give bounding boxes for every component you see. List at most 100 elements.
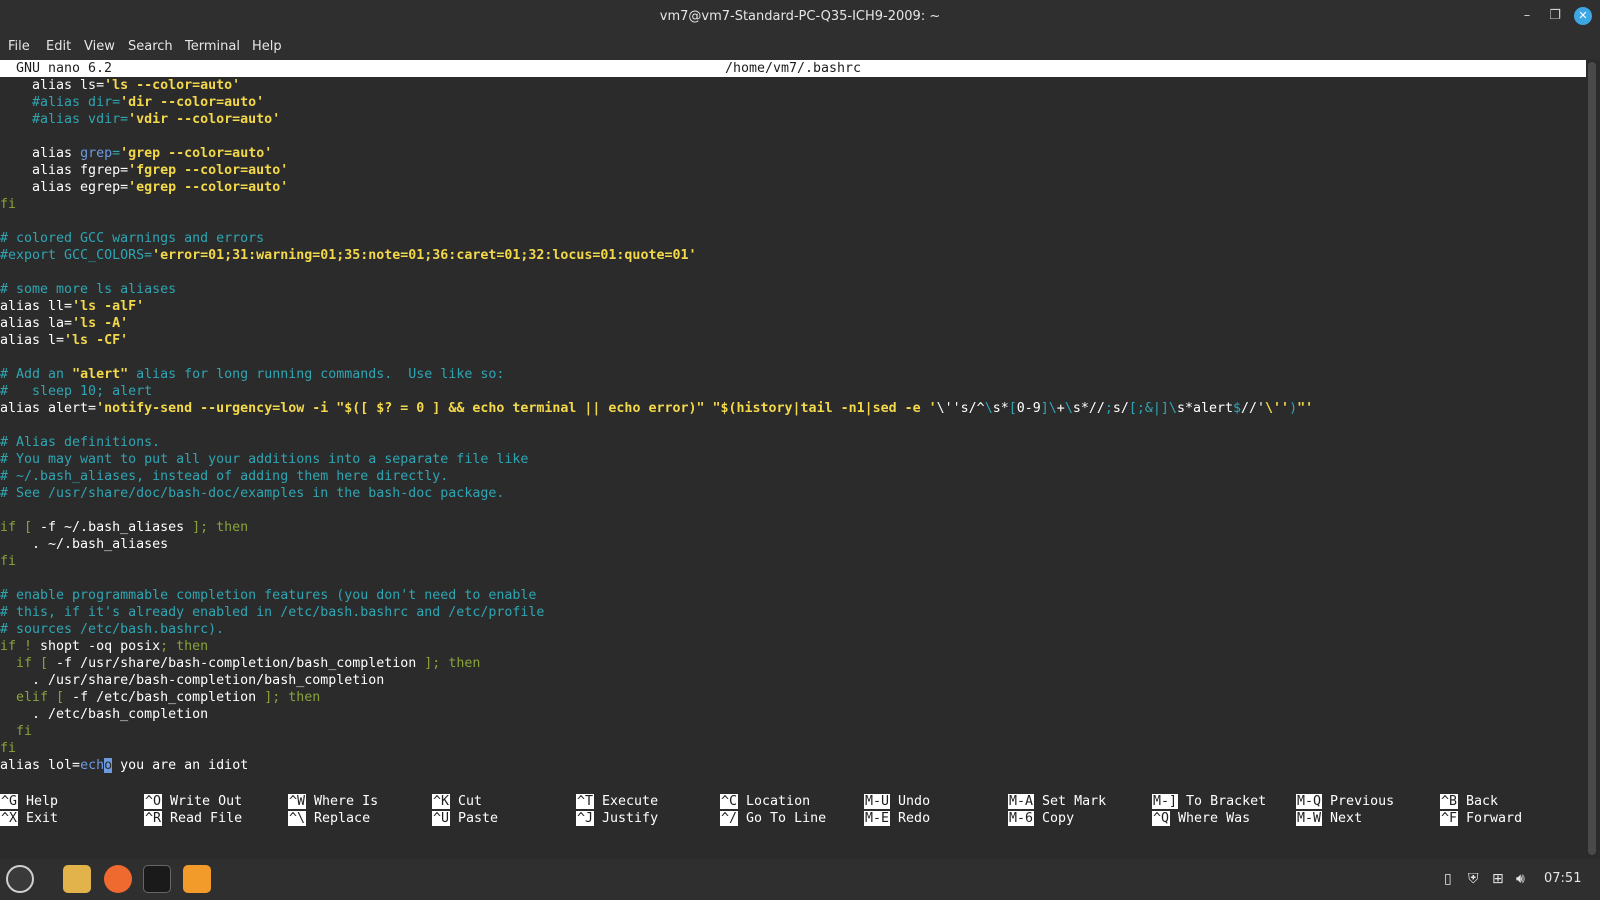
menu-help[interactable]: Help xyxy=(252,39,282,54)
shortcut-copy: M-6 Copy xyxy=(1008,810,1074,827)
files-icon[interactable] xyxy=(63,865,91,893)
code-token: "' xyxy=(1297,401,1314,416)
shortcut-key: ^B xyxy=(1440,794,1459,809)
clock[interactable]: 07:51 xyxy=(1544,871,1581,886)
menu-view[interactable]: View xyxy=(84,39,115,54)
code-token: if [ xyxy=(0,520,41,535)
code-token: elif [ xyxy=(0,690,73,705)
info-icon[interactable] xyxy=(183,865,211,893)
firefox-icon[interactable] xyxy=(104,865,132,893)
shortcut-label: Where Was xyxy=(1178,811,1251,826)
shortcut-key: M-U xyxy=(864,794,891,809)
code-token: alias xyxy=(0,146,81,161)
shortcut-label: Redo xyxy=(898,811,931,826)
shield-icon[interactable]: ⛨ xyxy=(1468,871,1479,887)
code-token: ech xyxy=(80,758,105,773)
editor-line: . /usr/share/bash-completion/bash_comple… xyxy=(0,672,1586,689)
code-token: \ xyxy=(1064,401,1073,416)
editor-line: # ~/.bash_aliases, instead of adding the… xyxy=(0,468,1586,485)
volume-icon[interactable]: 🔊︎ xyxy=(1516,871,1525,887)
shortcut-key: ^F xyxy=(1440,811,1459,826)
mint-menu-icon[interactable] xyxy=(6,865,34,893)
shortcut-set-mark: M-A Set Mark xyxy=(1008,793,1106,810)
code-token: 'ls -CF' xyxy=(64,333,129,348)
shortcut-label: Go To Line xyxy=(746,811,827,826)
code-token: . /etc/bash_completion xyxy=(0,707,209,722)
shortcut-key: ^C xyxy=(720,794,739,809)
shortcut-key: ^/ xyxy=(720,811,739,826)
taskbar: ▯ ⛨ ⊞ 🔊︎ 07:51 xyxy=(0,859,1600,900)
editor-text[interactable]: alias ls='ls --color=auto' #alias dir='d… xyxy=(0,77,1586,774)
code-token: ) xyxy=(1289,401,1298,416)
shortcut-label: Replace xyxy=(314,811,371,826)
editor-line: #export GCC_COLORS='error=01;31:warning=… xyxy=(0,247,1586,264)
terminal-area[interactable]: GNU nano 6.2 /home/vm7/.bashrc alias ls=… xyxy=(0,60,1586,859)
shortcut-label: Paste xyxy=(458,811,499,826)
shortcut-write-out: ^O Write Out xyxy=(144,793,242,810)
editor-line: #alias vdir='vdir --color=auto' xyxy=(0,111,1586,128)
code-token: # enable programmable completion feature… xyxy=(0,588,537,603)
code-token: . /usr/share/bash-completion/bash_comple… xyxy=(0,673,385,688)
code-token: 'error=01;31:warning=01;35:note=01;36:ca… xyxy=(152,248,697,263)
shortcut-redo: M-E Redo xyxy=(864,810,930,827)
shortcut-location: ^C Location xyxy=(720,793,810,810)
code-token: # this, if it's already enabled in /etc/… xyxy=(0,605,545,620)
shortcut-label: Exit xyxy=(26,811,59,826)
editor-line: fi xyxy=(0,553,1586,570)
clipboard-icon[interactable]: ▯ xyxy=(1444,871,1452,887)
terminal-icon[interactable] xyxy=(143,865,171,893)
menubar: File Edit View Search Terminal Help xyxy=(0,33,1600,60)
code-token: alias lol= xyxy=(0,758,81,773)
shortcut-back: ^B Back xyxy=(1440,793,1498,810)
code-token: alias ls= xyxy=(0,78,105,93)
code-token: # See /usr/share/doc/bash-doc/examples i… xyxy=(0,486,505,501)
code-token: ; then xyxy=(160,639,209,654)
menu-edit[interactable]: Edit xyxy=(46,39,71,54)
menu-file[interactable]: File xyxy=(8,39,30,54)
code-token: # sources /etc/bash.bashrc). xyxy=(0,622,225,637)
code-token: shopt -oq posix xyxy=(40,639,161,654)
shortcut-go-to-line: ^/ Go To Line xyxy=(720,810,826,827)
editor-line: if ! shopt -oq posix; then xyxy=(0,638,1586,655)
shortcut-label: Forward xyxy=(1466,811,1523,826)
code-token: 'notify-send --urgency=low -i "$([ $? = … xyxy=(96,401,937,416)
shortcut-label: Justify xyxy=(602,811,659,826)
minimize-button[interactable]: – xyxy=(1518,7,1536,25)
maximize-button[interactable]: ❐ xyxy=(1546,7,1564,25)
scrollbar[interactable] xyxy=(1588,62,1596,855)
code-token: # ~/.bash_aliases, instead of adding the… xyxy=(0,469,449,484)
code-token: s* xyxy=(992,401,1009,416)
code-token: fi xyxy=(0,741,17,756)
code-token: s*alert xyxy=(1176,401,1233,416)
code-token: #alias vdir= xyxy=(0,112,129,127)
editor-line: . ~/.bash_aliases xyxy=(0,536,1586,553)
shortcut-key: M-] xyxy=(1152,794,1179,809)
editor-line: elif [ -f /etc/bash_completion ]; then xyxy=(0,689,1586,706)
editor-line: alias ll='ls -alF' xyxy=(0,298,1586,315)
shortcut-forward: ^F Forward xyxy=(1440,810,1522,827)
code-token: # You may want to put all your additions… xyxy=(0,452,529,467)
code-token: -f /usr/share/bash-completion/bash_compl… xyxy=(56,656,425,671)
shortcut-execute: ^T Execute xyxy=(576,793,658,810)
close-button[interactable]: ✕ xyxy=(1574,7,1592,25)
code-token: alias egrep= xyxy=(0,180,129,195)
menu-search[interactable]: Search xyxy=(128,39,173,54)
code-token: \ xyxy=(984,401,993,416)
shortcut-undo: M-U Undo xyxy=(864,793,930,810)
shortcut-key: ^G xyxy=(0,794,19,809)
code-token: ]; then xyxy=(424,656,481,671)
menu-terminal[interactable]: Terminal xyxy=(185,39,240,54)
network-icon[interactable]: ⊞ xyxy=(1492,871,1504,887)
code-token: alias for long running commands. Use lik… xyxy=(128,367,505,382)
shortcut-key: ^T xyxy=(576,794,595,809)
code-token: ]\ xyxy=(1040,401,1057,416)
editor-line: # Add an "alert" alias for long running … xyxy=(0,366,1586,383)
code-token: alias fgrep= xyxy=(0,163,129,178)
shortcut-label: Execute xyxy=(602,794,659,809)
shortcut-next: M-W Next xyxy=(1296,810,1362,827)
code-token: . ~/.bash_aliases xyxy=(0,537,169,552)
shortcut-label: Read File xyxy=(170,811,243,826)
